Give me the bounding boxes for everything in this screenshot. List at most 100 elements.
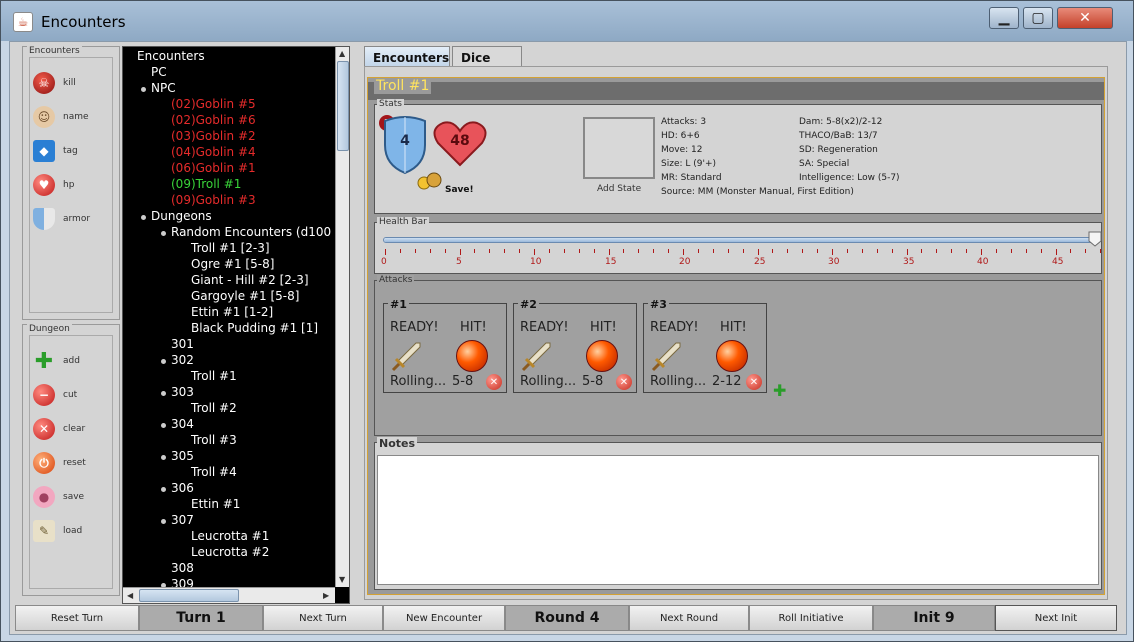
- tree-node[interactable]: Ettin #1: [191, 497, 240, 511]
- power-icon: ⏻: [33, 452, 55, 474]
- hit-roll-icon[interactable]: [716, 340, 748, 372]
- attack-card[interactable]: #3 READY! HIT! Rolling... 2-12 ✕: [643, 298, 767, 393]
- roll-initiative-button[interactable]: Roll Initiative: [749, 605, 873, 631]
- tree-node[interactable]: (09)Troll #1: [171, 177, 241, 191]
- tree-node[interactable]: Ettin #1 [1-2]: [191, 305, 273, 319]
- tree-expand-handle-icon[interactable]: [141, 87, 146, 92]
- tree-expand-handle-icon[interactable]: [161, 455, 166, 460]
- tree-expand-handle-icon[interactable]: [161, 423, 166, 428]
- save-icon[interactable]: [417, 171, 443, 191]
- encounter-tree[interactable]: Encounters PC NPC (02)Goblin #5 (02)Goblin #…: [122, 46, 350, 604]
- notes-textarea[interactable]: [377, 455, 1099, 585]
- scroll-down-icon[interactable]: ▼: [339, 575, 345, 584]
- tree-node[interactable]: Encounters: [137, 49, 205, 63]
- tree-node[interactable]: Troll #1: [191, 369, 237, 383]
- hit-points-heart[interactable]: 48: [433, 119, 487, 169]
- tree-node[interactable]: 306: [171, 481, 194, 495]
- tree-expand-handle-icon[interactable]: [161, 231, 166, 236]
- add-tool-button[interactable]: ✚ add: [33, 347, 80, 375]
- remove-attack-icon[interactable]: ✕: [746, 374, 762, 390]
- tree-node[interactable]: (02)Goblin #5: [171, 97, 256, 111]
- tag-icon: ◆: [33, 140, 55, 162]
- sword-icon[interactable]: [520, 340, 554, 374]
- load-tool-button[interactable]: ✎ load: [33, 517, 82, 545]
- tab-encounters[interactable]: Encounters: [364, 46, 450, 68]
- armor-class-shield[interactable]: 4: [381, 115, 429, 175]
- next-turn-button[interactable]: Next Turn: [263, 605, 383, 631]
- tree-vertical-scrollbar[interactable]: ▲ ▼: [335, 47, 349, 587]
- tree-node[interactable]: Black Pudding #1 [1]: [191, 321, 318, 335]
- tree-node[interactable]: (06)Goblin #1: [171, 161, 256, 175]
- add-state-box[interactable]: [583, 117, 655, 179]
- health-slider-track[interactable]: [383, 237, 1097, 243]
- name-tool-button[interactable]: ☺ name: [33, 103, 89, 131]
- new-encounter-button[interactable]: New Encounter: [383, 605, 505, 631]
- tree-node[interactable]: PC: [151, 65, 167, 79]
- tree-node[interactable]: Troll #2: [191, 401, 237, 415]
- tree-node[interactable]: (02)Goblin #6: [171, 113, 256, 127]
- minimize-button[interactable]: ▁: [989, 7, 1019, 29]
- tree-node[interactable]: (04)Goblin #4: [171, 145, 256, 159]
- tree-node[interactable]: NPC: [151, 81, 176, 95]
- tree-node[interactable]: Giant - Hill #2 [2-3]: [191, 273, 309, 287]
- tree-node[interactable]: 302: [171, 353, 194, 367]
- health-tick-label: 45: [1052, 257, 1064, 267]
- armor-tool-button[interactable]: armor: [33, 205, 90, 233]
- tree-node[interactable]: 308: [171, 561, 194, 575]
- reset-turn-button[interactable]: Reset Turn: [15, 605, 139, 631]
- tree-node[interactable]: 305: [171, 449, 194, 463]
- remove-attack-icon[interactable]: ✕: [616, 374, 632, 390]
- tree-expand-handle-icon[interactable]: [161, 391, 166, 396]
- tree-node[interactable]: 307: [171, 513, 194, 527]
- hit-roll-icon[interactable]: [586, 340, 618, 372]
- close-button[interactable]: ✕: [1057, 7, 1113, 29]
- add-attack-plus-icon[interactable]: ✚: [773, 381, 786, 400]
- save-tool-button[interactable]: ● save: [33, 483, 84, 511]
- tree-expand-handle-icon[interactable]: [161, 519, 166, 524]
- tree-node[interactable]: 304: [171, 417, 194, 431]
- tree-node[interactable]: Troll #4: [191, 465, 237, 479]
- tree-expand-handle-icon[interactable]: [161, 487, 166, 492]
- sword-icon[interactable]: [390, 340, 424, 374]
- tree-node[interactable]: Leucrotta #1: [191, 529, 269, 543]
- tag-tool-button[interactable]: ◆ tag: [33, 137, 78, 165]
- tree-node[interactable]: Dungeons: [151, 209, 212, 223]
- remove-attack-icon[interactable]: ✕: [486, 374, 502, 390]
- tree-node[interactable]: (03)Goblin #2: [171, 129, 256, 143]
- tree-node[interactable]: Random Encounters (d100 per: [171, 225, 349, 239]
- attack-card[interactable]: #1 READY! HIT! Rolling... 5-8 ✕: [383, 298, 507, 393]
- hp-tool-button[interactable]: ♥ hp: [33, 171, 74, 199]
- kill-tool-button[interactable]: ☠ kill: [33, 69, 76, 97]
- tree-node[interactable]: 303: [171, 385, 194, 399]
- next-init-button[interactable]: Next Init: [995, 605, 1117, 631]
- encounter-content: Troll #1 Stats ? 4: [364, 66, 1108, 600]
- tree-node[interactable]: Troll #1 [2-3]: [191, 241, 270, 255]
- tree-node[interactable]: (09)Goblin #3: [171, 193, 256, 207]
- maximize-button[interactable]: ▢: [1023, 7, 1053, 29]
- sword-icon[interactable]: [650, 340, 684, 374]
- health-tick-mark: [668, 249, 669, 253]
- cut-tool-button[interactable]: − cut: [33, 381, 77, 409]
- tree-node[interactable]: Ogre #1 [5-8]: [191, 257, 274, 271]
- tree-node[interactable]: Gargoyle #1 [5-8]: [191, 289, 299, 303]
- tree-horizontal-scrollbar[interactable]: ◀ ▶: [123, 587, 335, 603]
- tree-expand-handle-icon[interactable]: [161, 359, 166, 364]
- tree-node[interactable]: Troll #3: [191, 433, 237, 447]
- next-round-button[interactable]: Next Round: [629, 605, 749, 631]
- tree-expand-handle-icon[interactable]: [141, 215, 146, 220]
- scrollbar-thumb[interactable]: [139, 589, 239, 602]
- health-slider-thumb[interactable]: [1088, 231, 1102, 247]
- scroll-up-icon[interactable]: ▲: [339, 49, 345, 58]
- scroll-left-icon[interactable]: ◀: [127, 591, 133, 600]
- tree-node[interactable]: Leucrotta #2: [191, 545, 269, 559]
- attack-card[interactable]: #2 READY! HIT! Rolling... 5-8 ✕: [513, 298, 637, 393]
- tree-node[interactable]: 301: [171, 337, 194, 351]
- clear-tool-button[interactable]: ✕ clear: [33, 415, 85, 443]
- hit-roll-icon[interactable]: [456, 340, 488, 372]
- attack-number: #2: [518, 298, 539, 311]
- scroll-right-icon[interactable]: ▶: [323, 591, 329, 600]
- reset-tool-button[interactable]: ⏻ reset: [33, 449, 86, 477]
- monster-name[interactable]: Troll #1: [374, 78, 432, 94]
- scrollbar-thumb[interactable]: [337, 61, 349, 151]
- tab-dice-bag[interactable]: Dice Bag: [452, 46, 522, 79]
